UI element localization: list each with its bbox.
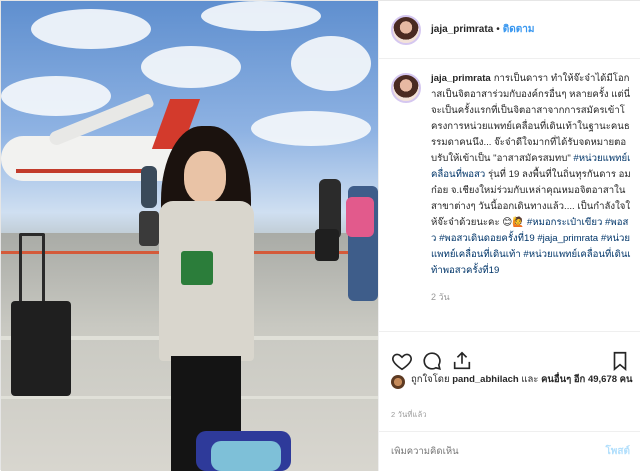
cloud [1, 76, 111, 116]
caption-fragment: "อาสาสมัครสมทบ" [493, 153, 571, 164]
action-bar [389, 350, 632, 372]
cloud [201, 1, 321, 31]
actions-section [379, 331, 640, 372]
pink-backpack [346, 197, 374, 237]
caption-body: การเป็นดารา ทำให้จ๊ะจ๋าได้มีโอกาสเป็นจิต… [431, 73, 631, 276]
suitcase [315, 229, 339, 261]
cloud [251, 111, 371, 146]
speech-bubble-icon[interactable] [421, 350, 443, 372]
duffel-bag-pattern [211, 441, 281, 471]
uniform-patch [181, 251, 213, 285]
subject-face [184, 151, 226, 203]
instagram-post: jaja_primrata • ติดตาม jaja_primrata การเ… [0, 0, 640, 471]
cloud [31, 9, 151, 49]
hashtag-link[interactable]: #พอสวเดินดอยครั้งที่19 [439, 233, 535, 244]
airplane-stripe [16, 169, 156, 173]
add-comment-input[interactable] [391, 446, 581, 457]
hashtag-link[interactable]: #jaja_primrata [537, 233, 598, 244]
post-photo[interactable] [1, 1, 378, 471]
suitcase-handle [19, 233, 45, 303]
liker-avatar[interactable] [391, 375, 405, 389]
share-icon[interactable] [451, 350, 473, 372]
suitcase [11, 301, 71, 396]
suitcase [139, 211, 159, 246]
heart-icon[interactable] [391, 350, 413, 372]
separator-dot: • [496, 24, 500, 35]
author-username[interactable]: jaja_primrata [431, 24, 493, 35]
likes-prefix: ถูกใจโดย [411, 374, 450, 385]
post-sidebar: jaja_primrata • ติดตาม jaja_primrata การเ… [378, 1, 640, 471]
likes-summary: ถูกใจโดย pand_abhilach และ คนอื่นๆ อีก 4… [391, 373, 634, 389]
comment-age: 2 วัน [431, 292, 450, 302]
post-header: jaja_primrata • ติดตาม [379, 1, 640, 59]
cloud [291, 36, 371, 91]
bystander [141, 166, 157, 208]
caption-fragment: การเป็นดารา ทำให้จ๊ะจ๋าได้มีโอกาสเป็นจิต… [431, 73, 631, 164]
liker-username[interactable]: pand_abhilach [452, 374, 519, 385]
caption-author-avatar[interactable] [391, 73, 421, 103]
author-avatar[interactable] [391, 14, 421, 45]
likes-text: ถูกใจโดย pand_abhilach และ คนอื่นๆ อีก 4… [411, 373, 633, 387]
post-comment-button[interactable]: โพสต์ [605, 444, 630, 459]
caption-text: jaja_primrata การเป็นดารา ทำให้จ๊ะจ๋าได้ม… [431, 71, 631, 305]
likes-and: และ [521, 374, 539, 385]
bookmark-icon[interactable] [609, 350, 631, 372]
caption-author-username[interactable]: jaja_primrata [431, 73, 491, 84]
post-date[interactable]: 2 วันที่แล้ว [391, 409, 427, 421]
likes-others[interactable]: คนอื่นๆ อีก 49,678 คน [541, 374, 632, 385]
follow-button[interactable]: ติดตาม [503, 22, 535, 37]
caption-comment: jaja_primrata การเป็นดารา ทำให้จ๊ะจ๋าได้ม… [391, 71, 634, 305]
cloud [141, 46, 241, 88]
add-comment-row: โพสต์ [379, 431, 640, 471]
hashtag-link[interactable]: #หมอกระเป๋าเขียว [527, 217, 602, 228]
